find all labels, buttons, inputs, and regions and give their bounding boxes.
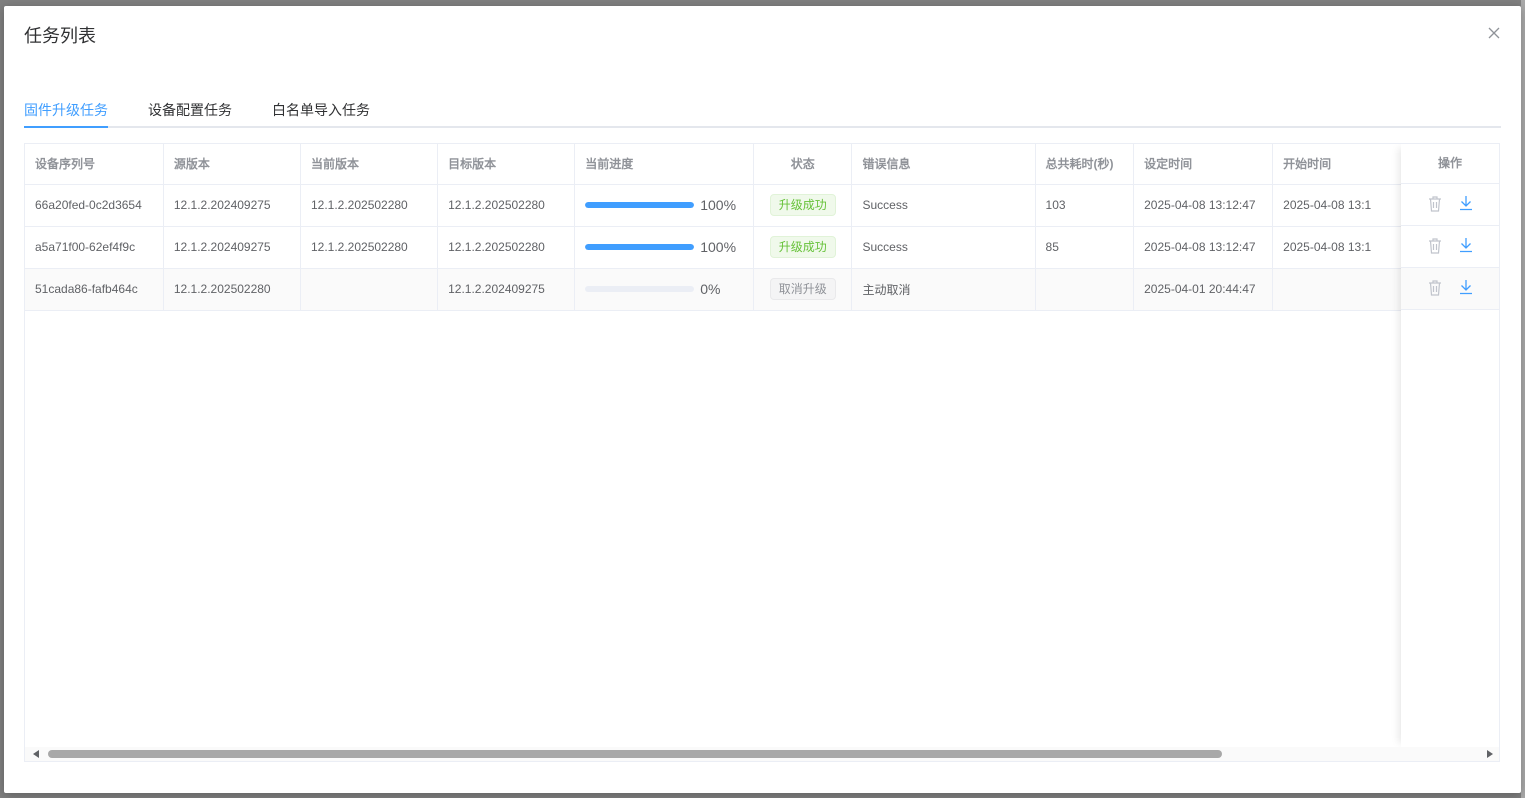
progress-track [585, 244, 695, 250]
cell-current-version [300, 268, 439, 311]
cell-duration: 85 [1035, 226, 1135, 269]
cell-start-time [1272, 268, 1410, 311]
cell-start-time: 2025-04-08 13:1 [1272, 184, 1410, 227]
cell-error: Success [851, 226, 1036, 269]
col-header-set-time: 设定时间 [1133, 144, 1274, 185]
cell-current-version: 12.1.2.202502280 [300, 226, 439, 269]
col-header-progress: 当前进度 [574, 144, 755, 185]
cell-target-version: 12.1.2.202409275 [437, 268, 576, 311]
tab-firmware-upgrade[interactable]: 固件升级任务 [24, 100, 108, 120]
progress-track [585, 202, 695, 208]
cell-duration [1035, 268, 1135, 311]
progress-fill [585, 202, 695, 208]
cell-set-time: 2025-04-01 20:44:47 [1133, 268, 1274, 311]
scroll-right-arrow-icon[interactable] [1487, 750, 1493, 758]
task-table: 设备序列号 源版本 当前版本 目标版本 当前进度 状态 错误信息 总共耗时(秒)… [24, 143, 1500, 762]
status-badge: 升级成功 [769, 236, 836, 258]
scrollbar-thumb[interactable] [48, 750, 1222, 758]
table-row: 66a20fed-0c2d3654 12.1.2.202409275 12.1.… [25, 184, 1499, 227]
col-header-serial: 设备序列号 [25, 144, 164, 185]
cell-target-version: 12.1.2.202502280 [437, 184, 576, 227]
progress-bar: 0% [585, 281, 743, 297]
cell-status: 取消升级 [753, 268, 853, 311]
trash-icon[interactable] [1427, 195, 1443, 213]
fixed-actions-column: 操作 [1401, 144, 1499, 747]
cell-target-version: 12.1.2.202502280 [437, 226, 576, 269]
tab-bar: 固件升级任务 设备配置任务 白名单导入任务 [24, 96, 1501, 128]
cell-current-version: 12.1.2.202502280 [300, 184, 439, 227]
task-list-dialog: 任务列表 固件升级任务 设备配置任务 白名单导入任务 设备序列号 源版本 当前版… [4, 6, 1521, 793]
progress-track [585, 286, 695, 292]
download-icon[interactable] [1458, 278, 1474, 296]
progress-label: 0% [700, 281, 721, 297]
tab-divider [24, 126, 1501, 128]
download-icon[interactable] [1458, 194, 1474, 212]
tab-device-config[interactable]: 设备配置任务 [148, 100, 232, 120]
status-badge: 取消升级 [769, 278, 836, 300]
progress-label: 100% [700, 239, 737, 255]
cell-error: 主动取消 [851, 268, 1036, 311]
col-header-start-time: 开始时间 [1272, 144, 1410, 185]
horizontal-scrollbar[interactable] [25, 747, 1499, 761]
col-header-source-version: 源版本 [163, 144, 301, 185]
cell-status: 升级成功 [753, 226, 853, 269]
background-edge [1521, 0, 1525, 798]
cell-serial: a5a71f00-62ef4f9c [25, 226, 164, 269]
download-icon[interactable] [1458, 236, 1474, 254]
tab-whitelist-import[interactable]: 白名单导入任务 [272, 100, 370, 120]
col-header-actions: 操作 [1401, 144, 1499, 184]
cell-set-time: 2025-04-08 13:12:47 [1133, 226, 1274, 269]
cell-status: 升级成功 [753, 184, 853, 227]
status-badge: 升级成功 [769, 194, 836, 216]
col-header-error: 错误信息 [851, 144, 1036, 185]
cell-progress: 100% [574, 226, 755, 269]
progress-bar: 100% [585, 239, 743, 255]
cell-set-time: 2025-04-08 13:12:47 [1133, 184, 1274, 227]
table-row: 51cada86-fafb464c 12.1.2.202502280 12.1.… [25, 268, 1499, 311]
col-header-duration: 总共耗时(秒) [1035, 144, 1135, 185]
cell-source-version: 12.1.2.202502280 [163, 268, 301, 311]
cell-duration: 103 [1035, 184, 1135, 227]
task-table-grid: 设备序列号 源版本 当前版本 目标版本 当前进度 状态 错误信息 总共耗时(秒)… [25, 144, 1499, 311]
progress-label: 100% [700, 197, 737, 213]
actions-cell [1401, 184, 1499, 226]
active-tab-indicator [24, 126, 108, 128]
trash-icon[interactable] [1427, 237, 1443, 255]
close-icon[interactable] [1486, 25, 1502, 41]
col-header-current-version: 当前版本 [300, 144, 439, 185]
cell-progress: 0% [574, 268, 755, 311]
cell-progress: 100% [574, 184, 755, 227]
cell-start-time: 2025-04-08 13:1 [1272, 226, 1410, 269]
table-header-row: 设备序列号 源版本 当前版本 目标版本 当前进度 状态 错误信息 总共耗时(秒)… [25, 144, 1499, 185]
col-header-target-version: 目标版本 [437, 144, 576, 185]
cell-serial: 51cada86-fafb464c [25, 268, 164, 311]
scroll-left-arrow-icon[interactable] [33, 750, 39, 758]
dialog-title: 任务列表 [24, 26, 96, 46]
progress-bar: 100% [585, 197, 743, 213]
actions-cell [1401, 268, 1499, 310]
cell-source-version: 12.1.2.202409275 [163, 184, 301, 227]
cell-error: Success [851, 184, 1036, 227]
cell-serial: 66a20fed-0c2d3654 [25, 184, 164, 227]
cell-source-version: 12.1.2.202409275 [163, 226, 301, 269]
table-row: a5a71f00-62ef4f9c 12.1.2.202409275 12.1.… [25, 226, 1499, 269]
col-header-status: 状态 [753, 144, 853, 185]
trash-icon[interactable] [1427, 279, 1443, 297]
progress-fill [585, 244, 695, 250]
actions-cell [1401, 226, 1499, 268]
